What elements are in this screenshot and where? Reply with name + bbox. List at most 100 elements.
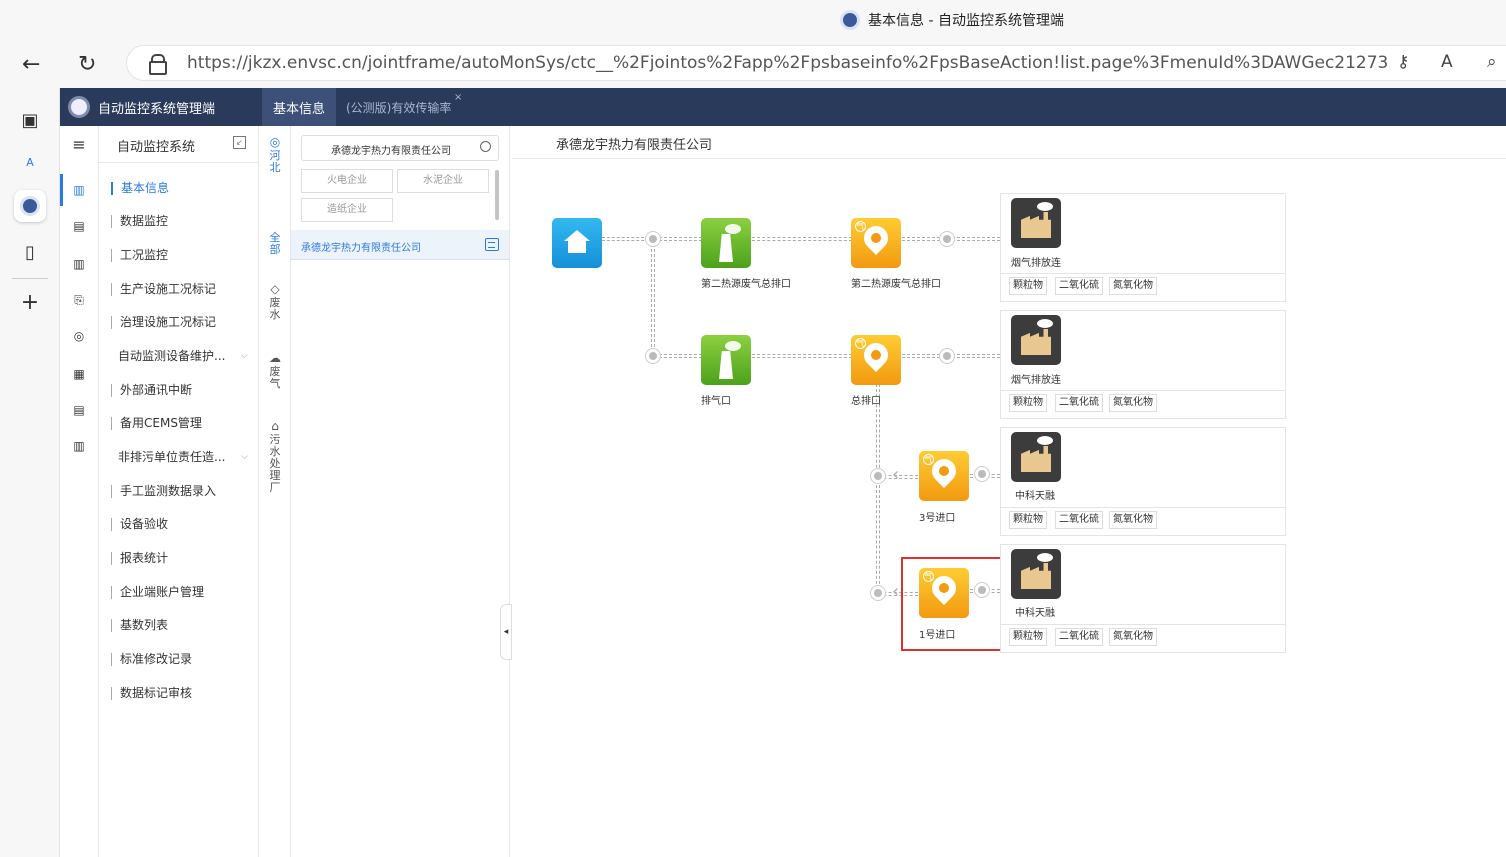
node-label: 总排口 bbox=[851, 396, 881, 407]
back-icon[interactable]: ← bbox=[22, 52, 40, 77]
discharge-source-node[interactable] bbox=[701, 335, 751, 385]
menu-item-basic-info[interactable]: 基本信息 bbox=[111, 182, 169, 195]
pollutant-tag[interactable]: 颗粒物 bbox=[1009, 394, 1047, 412]
device-name: 烟气排放连 bbox=[1011, 258, 1061, 269]
app-header: 自动监控系统管理端 基本信息 (公测版)有效传输率 × bbox=[60, 88, 1506, 126]
menu-item-data-mark-review[interactable]: 数据标记审核 bbox=[111, 687, 192, 700]
menu-item-manual-entry[interactable]: 手工监测数据录入 bbox=[111, 485, 216, 498]
pollutant-tag[interactable]: 氮氧化物 bbox=[1109, 511, 1157, 529]
inlet-node[interactable]: 气 bbox=[919, 451, 969, 501]
enterprise-search-input[interactable]: 承德龙宇热力有限责任公司 bbox=[301, 135, 499, 161]
menu-item-data-monitor[interactable]: 数据监控 bbox=[111, 215, 168, 228]
zoom-icon[interactable]: ⌕ bbox=[1487, 52, 1497, 72]
collapse-menu-icon[interactable]: ↙ bbox=[233, 136, 246, 149]
url-text[interactable]: https://jkzx.envsc.cn/jointframe/autoMon… bbox=[187, 53, 1387, 73]
chevron-down-icon[interactable]: ⌵ bbox=[241, 452, 248, 462]
refresh-icon[interactable]: ↻ bbox=[78, 52, 96, 77]
menu-item-accounts[interactable]: 企业端账户管理 bbox=[111, 586, 204, 599]
pollutant-tag[interactable]: 二氧化硫 bbox=[1055, 628, 1103, 646]
search-doc-icon[interactable]: ⎘ bbox=[69, 290, 89, 310]
node-label: 第二热源废气总排口 bbox=[701, 279, 791, 290]
enterprise-home-node[interactable] bbox=[552, 218, 602, 268]
tab-transmission-rate[interactable]: (公测版)有效传输率 bbox=[346, 99, 451, 116]
category-cement[interactable]: 水泥企业 bbox=[397, 169, 489, 193]
pollutant-tag[interactable]: 氮氧化物 bbox=[1109, 394, 1157, 412]
factory-tile bbox=[1011, 549, 1061, 599]
key-icon[interactable]: ⚷ bbox=[1397, 52, 1409, 72]
app-logo-icon bbox=[68, 96, 90, 118]
image-icon[interactable]: ▦ bbox=[69, 364, 89, 384]
ai-icon[interactable]: A bbox=[14, 146, 46, 178]
menu-item-condition-monitor[interactable]: 工况监控 bbox=[111, 249, 168, 262]
gas-badge: 气 bbox=[923, 454, 934, 465]
settings-doc-icon[interactable]: ▤ bbox=[69, 400, 89, 420]
factory-tile bbox=[1011, 315, 1061, 365]
cloud-icon: ☁ bbox=[269, 351, 281, 365]
detail-list-icon[interactable] bbox=[485, 238, 499, 251]
chimney-icon bbox=[719, 351, 733, 379]
chart-icon[interactable]: ▥ bbox=[69, 180, 89, 200]
filter-wastewater[interactable]: ◇ 废水 bbox=[259, 283, 291, 321]
factory-icon bbox=[1021, 446, 1051, 472]
enterprise-panel: 承德龙宇热力有限责任公司 火电企业 水泥企业 造纸企业 承德龙宇热力有限责任公司 bbox=[291, 126, 510, 857]
enterprise-list-item[interactable]: 承德龙宇热力有限责任公司 bbox=[291, 230, 509, 260]
report-icon[interactable]: ▥ bbox=[69, 436, 89, 456]
window-title-text: 基本信息 - 自动监控系统管理端 bbox=[868, 13, 1064, 29]
menu-item-production-mark[interactable]: 生产设施工况标记 bbox=[111, 283, 216, 296]
factory-tile bbox=[1011, 198, 1061, 248]
menu-item-backup-cems[interactable]: 备用CEMS管理 bbox=[111, 417, 202, 430]
pollutant-tag[interactable]: 氮氧化物 bbox=[1109, 277, 1157, 295]
pollutant-tag[interactable]: 二氧化硫 bbox=[1055, 394, 1103, 412]
chevron-down-icon[interactable]: ⌵ bbox=[241, 351, 248, 361]
tab-basic-info[interactable]: 基本信息 bbox=[262, 88, 336, 126]
read-aloud-icon[interactable]: A bbox=[1441, 52, 1453, 72]
node-label: 第二热源废气总排口 bbox=[851, 279, 941, 290]
active-site-tab-icon[interactable] bbox=[14, 190, 46, 222]
target-icon[interactable]: ◎ bbox=[69, 326, 89, 346]
menu-item-reports[interactable]: 报表统计 bbox=[111, 552, 168, 565]
menu-item-device-maintenance[interactable]: 自动监测设备维护... bbox=[111, 350, 225, 363]
menu-item-standard-changes[interactable]: 标准修改记录 bbox=[111, 653, 192, 666]
discharge-outlet-node[interactable]: 气 bbox=[851, 335, 901, 385]
filter-all[interactable]: 全部 bbox=[259, 232, 291, 256]
region-province[interactable]: ◎ 河北 bbox=[259, 136, 291, 174]
menu-item-comm-interrupt[interactable]: 外部通讯中断 bbox=[111, 384, 192, 397]
menu-item-non-polluter[interactable]: 非排污单位责任造... bbox=[111, 451, 225, 464]
scrollbar[interactable] bbox=[495, 170, 499, 220]
device-name: 烟气排放连 bbox=[1011, 375, 1061, 386]
filter-sewage-plant[interactable]: ⌂ 污水处理厂 bbox=[259, 420, 291, 494]
discharge-outlet-node[interactable]: 气 bbox=[851, 218, 901, 268]
pollutant-tag[interactable]: 二氧化硫 bbox=[1055, 511, 1103, 529]
lock-icon bbox=[149, 54, 167, 75]
filter-wastegas[interactable]: ☁ 废气 bbox=[259, 352, 291, 390]
pollutant-tag[interactable]: 颗粒物 bbox=[1009, 628, 1047, 646]
monitoring-device-card[interactable]: 烟气排放连 颗粒物 二氧化硫 氮氧化物 bbox=[1000, 193, 1286, 302]
pollutant-tag[interactable]: 氮氧化物 bbox=[1109, 628, 1157, 646]
connector-dot bbox=[870, 468, 886, 484]
home-outline-icon: ⌂ bbox=[271, 419, 279, 433]
tab-panel-icon[interactable]: ▣ bbox=[14, 104, 46, 136]
search-icon[interactable] bbox=[480, 141, 491, 152]
connector-dot bbox=[645, 348, 661, 364]
monitoring-device-card[interactable]: 中科天融 颗粒物 二氧化硫 氮氧化物 bbox=[1000, 427, 1286, 536]
category-thermal-power[interactable]: 火电企业 bbox=[301, 169, 393, 193]
category-paper[interactable]: 造纸企业 bbox=[301, 198, 393, 222]
discharge-source-node[interactable] bbox=[701, 218, 751, 268]
address-bar[interactable]: https://jkzx.envsc.cn/jointframe/autoMon… bbox=[126, 45, 1506, 81]
monitoring-device-card[interactable]: 烟气排放连 颗粒物 二氧化硫 氮氧化物 bbox=[1000, 310, 1286, 419]
collapse-panel-button[interactable]: ◂ bbox=[500, 604, 512, 660]
document-icon[interactable]: ▯ bbox=[14, 236, 46, 268]
pollutant-tag[interactable]: 颗粒物 bbox=[1009, 277, 1047, 295]
pollutant-tag[interactable]: 二氧化硫 bbox=[1055, 277, 1103, 295]
menu-item-acceptance[interactable]: 设备验收 bbox=[111, 518, 168, 531]
menu-item-treatment-mark[interactable]: 治理设施工况标记 bbox=[111, 316, 216, 329]
monitoring-device-card[interactable]: 中科天融 颗粒物 二氧化硫 氮氧化物 bbox=[1000, 544, 1286, 653]
add-tab-icon[interactable]: + bbox=[14, 286, 46, 318]
menu-item-base-list[interactable]: 基数列表 bbox=[111, 619, 168, 632]
monitor-icon[interactable]: ▤ bbox=[69, 216, 89, 236]
hamburger-menu-icon[interactable]: ≡ bbox=[69, 134, 89, 154]
pollutant-tag[interactable]: 颗粒物 bbox=[1009, 511, 1047, 529]
location-icon: ◎ bbox=[269, 135, 281, 149]
close-tab-icon[interactable]: × bbox=[454, 92, 462, 103]
stats-icon[interactable]: ▥ bbox=[69, 254, 89, 274]
